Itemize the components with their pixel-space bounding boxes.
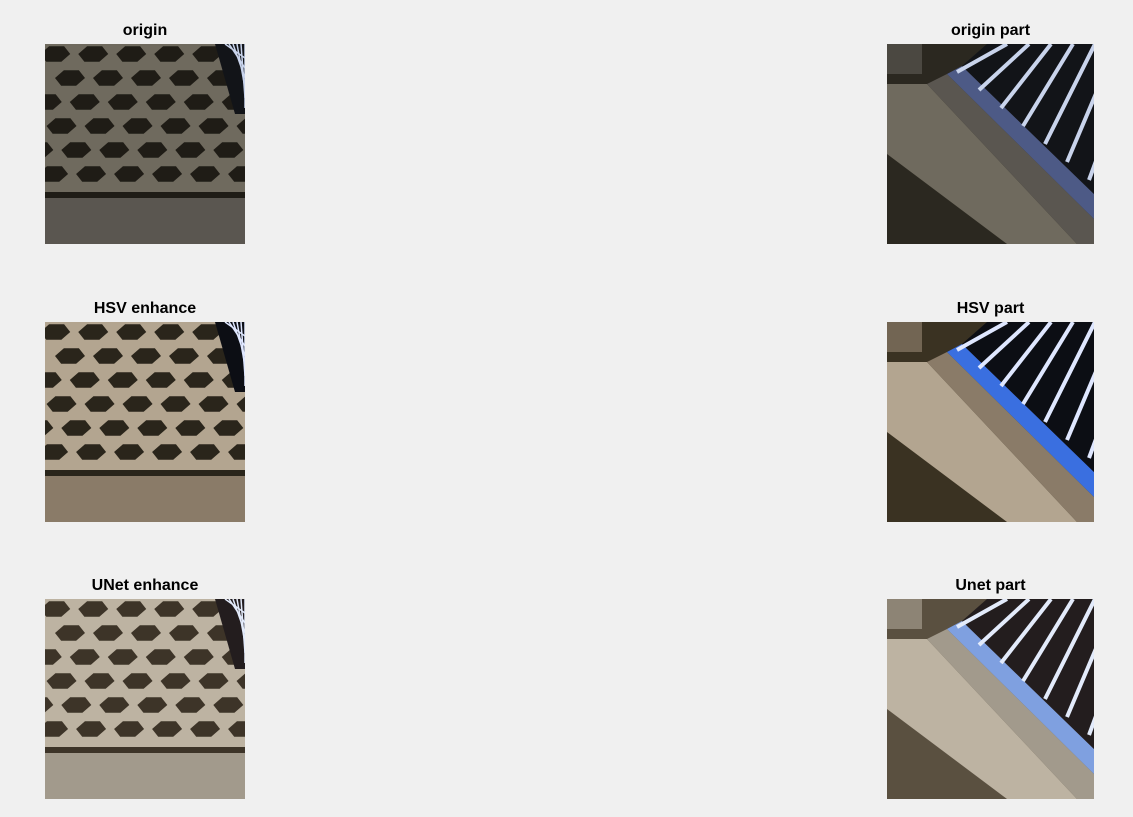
image-unet-part [887,599,1094,799]
image-hsv-part [887,322,1094,522]
panel-title-origin: origin [122,22,168,39]
panel-title-unet-enhance: UNet enhance [91,577,199,594]
image-unet-enhance [45,599,245,799]
image-hsv-enhance [45,322,245,522]
panel-title-hsv-part: HSV part [956,300,1025,317]
image-origin [45,44,245,244]
image-origin-part [887,44,1094,244]
panel-title-origin-part: origin part [950,22,1031,39]
panel-title-hsv-enhance: HSV enhance [93,300,197,317]
panel-title-unet-part: Unet part [955,577,1026,594]
figure-window: origin origin part HSV enhance HSV part … [0,0,1133,817]
